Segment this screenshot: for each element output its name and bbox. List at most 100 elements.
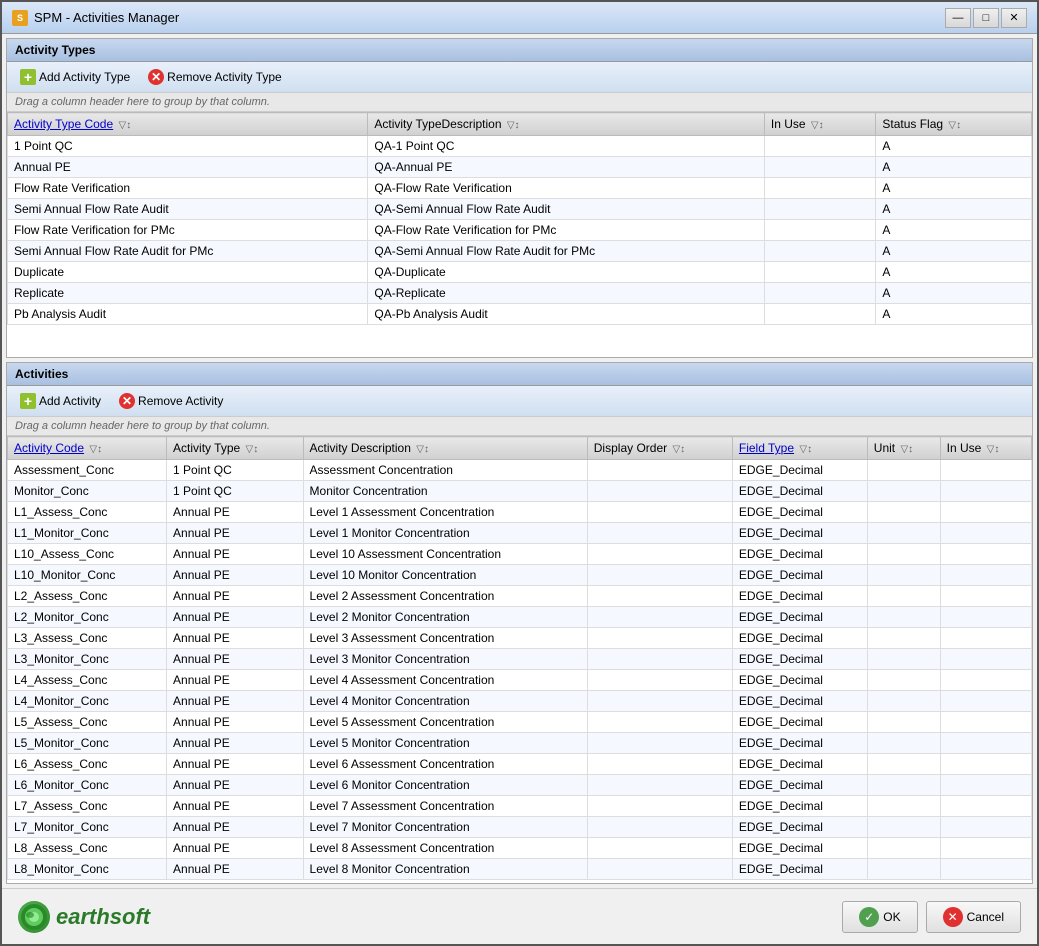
- table-row[interactable]: L10_Assess_Conc Annual PE Level 10 Asses…: [8, 544, 1032, 565]
- cell-type: Annual PE: [167, 544, 304, 565]
- cell-description: Level 8 Monitor Concentration: [303, 859, 587, 880]
- cell-display-order: [587, 754, 732, 775]
- cell-display-order: [587, 502, 732, 523]
- col-in-use[interactable]: In Use ▽↕: [764, 113, 875, 136]
- col-status-flag[interactable]: Status Flag ▽↕: [876, 113, 1032, 136]
- table-row[interactable]: L4_Monitor_Conc Annual PE Level 4 Monito…: [8, 691, 1032, 712]
- cell-description: Level 10 Assessment Concentration: [303, 544, 587, 565]
- cell-code: Flow Rate Verification for PMc: [8, 220, 368, 241]
- table-row[interactable]: 1 Point QC QA-1 Point QC A: [8, 136, 1032, 157]
- table-row[interactable]: Monitor_Conc 1 Point QC Monitor Concentr…: [8, 481, 1032, 502]
- add-activity-type-button[interactable]: + Add Activity Type: [13, 66, 137, 88]
- cell-display-order: [587, 691, 732, 712]
- cell-unit: [867, 712, 940, 733]
- footer: earthsoft ✓ OK ✕ Cancel: [2, 888, 1037, 944]
- cell-code: L8_Assess_Conc: [8, 838, 167, 859]
- remove-activity-type-label: Remove Activity Type: [167, 70, 282, 84]
- cell-description: Level 2 Assessment Concentration: [303, 586, 587, 607]
- footer-buttons: ✓ OK ✕ Cancel: [842, 901, 1021, 933]
- table-row[interactable]: Flow Rate Verification for PMc QA-Flow R…: [8, 220, 1032, 241]
- cell-in-use: [764, 136, 875, 157]
- cell-display-order: [587, 775, 732, 796]
- table-row[interactable]: L6_Assess_Conc Annual PE Level 6 Assessm…: [8, 754, 1032, 775]
- table-row[interactable]: L3_Monitor_Conc Annual PE Level 3 Monito…: [8, 649, 1032, 670]
- cell-in-use: [940, 712, 1031, 733]
- cell-description: QA-1 Point QC: [368, 136, 765, 157]
- cell-in-use: [940, 649, 1031, 670]
- col-activity-type-code[interactable]: Activity Type Code ▽↕: [8, 113, 368, 136]
- cell-in-use: [940, 838, 1031, 859]
- table-row[interactable]: L7_Monitor_Conc Annual PE Level 7 Monito…: [8, 817, 1032, 838]
- cell-type: Annual PE: [167, 586, 304, 607]
- table-row[interactable]: L7_Assess_Conc Annual PE Level 7 Assessm…: [8, 796, 1032, 817]
- col-activity-type-description[interactable]: Activity TypeDescription ▽↕: [368, 113, 765, 136]
- table-row[interactable]: Flow Rate Verification QA-Flow Rate Veri…: [8, 178, 1032, 199]
- cell-in-use: [764, 157, 875, 178]
- table-row[interactable]: L1_Assess_Conc Annual PE Level 1 Assessm…: [8, 502, 1032, 523]
- remove-activity-button[interactable]: ✕ Remove Activity: [112, 390, 230, 412]
- cell-description: Monitor Concentration: [303, 481, 587, 502]
- table-row[interactable]: L8_Monitor_Conc Annual PE Level 8 Monito…: [8, 859, 1032, 880]
- table-row[interactable]: L2_Assess_Conc Annual PE Level 2 Assessm…: [8, 586, 1032, 607]
- table-row[interactable]: L5_Assess_Conc Annual PE Level 5 Assessm…: [8, 712, 1032, 733]
- cell-type: 1 Point QC: [167, 481, 304, 502]
- table-row[interactable]: Replicate QA-Replicate A: [8, 283, 1032, 304]
- minimize-button[interactable]: —: [945, 8, 971, 28]
- add-activity-button[interactable]: + Add Activity: [13, 390, 108, 412]
- table-row[interactable]: L6_Monitor_Conc Annual PE Level 6 Monito…: [8, 775, 1032, 796]
- close-button[interactable]: ✕: [1001, 8, 1027, 28]
- activity-types-table: Activity Type Code ▽↕ Activity TypeDescr…: [7, 112, 1032, 325]
- cell-description: Level 6 Monitor Concentration: [303, 775, 587, 796]
- col-activity-description[interactable]: Activity Description ▽↕: [303, 437, 587, 460]
- filter-icon: ▽↕: [119, 120, 132, 131]
- table-row[interactable]: L10_Monitor_Conc Annual PE Level 10 Moni…: [8, 565, 1032, 586]
- cell-type: Annual PE: [167, 628, 304, 649]
- cell-description: QA-Semi Annual Flow Rate Audit: [368, 199, 765, 220]
- cell-type: Annual PE: [167, 565, 304, 586]
- table-row[interactable]: L1_Monitor_Conc Annual PE Level 1 Monito…: [8, 523, 1032, 544]
- cell-display-order: [587, 628, 732, 649]
- add-icon: +: [20, 69, 36, 85]
- table-row[interactable]: Duplicate QA-Duplicate A: [8, 262, 1032, 283]
- ok-button[interactable]: ✓ OK: [842, 901, 917, 933]
- cell-unit: [867, 796, 940, 817]
- table-row[interactable]: Assessment_Conc 1 Point QC Assessment Co…: [8, 460, 1032, 481]
- cell-in-use: [940, 460, 1031, 481]
- table-row[interactable]: L4_Assess_Conc Annual PE Level 4 Assessm…: [8, 670, 1032, 691]
- cell-description: Level 7 Monitor Concentration: [303, 817, 587, 838]
- col-activities-in-use[interactable]: In Use ▽↕: [940, 437, 1031, 460]
- filter-icon: ▽↕: [246, 444, 259, 455]
- cell-description: Level 5 Monitor Concentration: [303, 733, 587, 754]
- col-display-order[interactable]: Display Order ▽↕: [587, 437, 732, 460]
- table-row[interactable]: Annual PE QA-Annual PE A: [8, 157, 1032, 178]
- table-row[interactable]: L2_Monitor_Conc Annual PE Level 2 Monito…: [8, 607, 1032, 628]
- cell-field-type: EDGE_Decimal: [732, 523, 867, 544]
- cell-field-type: EDGE_Decimal: [732, 754, 867, 775]
- table-row[interactable]: L5_Monitor_Conc Annual PE Level 5 Monito…: [8, 733, 1032, 754]
- col-unit[interactable]: Unit ▽↕: [867, 437, 940, 460]
- cell-code: Pb Analysis Audit: [8, 304, 368, 325]
- col-activity-code[interactable]: Activity Code ▽↕: [8, 437, 167, 460]
- col-activity-type[interactable]: Activity Type ▽↕: [167, 437, 304, 460]
- filter-icon: ▽↕: [811, 120, 824, 131]
- table-row[interactable]: Pb Analysis Audit QA-Pb Analysis Audit A: [8, 304, 1032, 325]
- filter-icon: ▽↕: [89, 444, 102, 455]
- cell-description: QA-Semi Annual Flow Rate Audit for PMc: [368, 241, 765, 262]
- cell-code: L1_Assess_Conc: [8, 502, 167, 523]
- cell-in-use: [764, 283, 875, 304]
- maximize-button[interactable]: □: [973, 8, 999, 28]
- cell-field-type: EDGE_Decimal: [732, 691, 867, 712]
- col-field-type[interactable]: Field Type ▽↕: [732, 437, 867, 460]
- remove-activity-type-button[interactable]: ✕ Remove Activity Type: [141, 66, 289, 88]
- cell-code: 1 Point QC: [8, 136, 368, 157]
- remove-icon: ✕: [148, 69, 164, 85]
- cell-code: L1_Monitor_Conc: [8, 523, 167, 544]
- cell-display-order: [587, 817, 732, 838]
- cancel-button[interactable]: ✕ Cancel: [926, 901, 1021, 933]
- cell-unit: [867, 775, 940, 796]
- cell-in-use: [940, 670, 1031, 691]
- table-row[interactable]: L3_Assess_Conc Annual PE Level 3 Assessm…: [8, 628, 1032, 649]
- table-row[interactable]: L8_Assess_Conc Annual PE Level 8 Assessm…: [8, 838, 1032, 859]
- table-row[interactable]: Semi Annual Flow Rate Audit for PMc QA-S…: [8, 241, 1032, 262]
- table-row[interactable]: Semi Annual Flow Rate Audit QA-Semi Annu…: [8, 199, 1032, 220]
